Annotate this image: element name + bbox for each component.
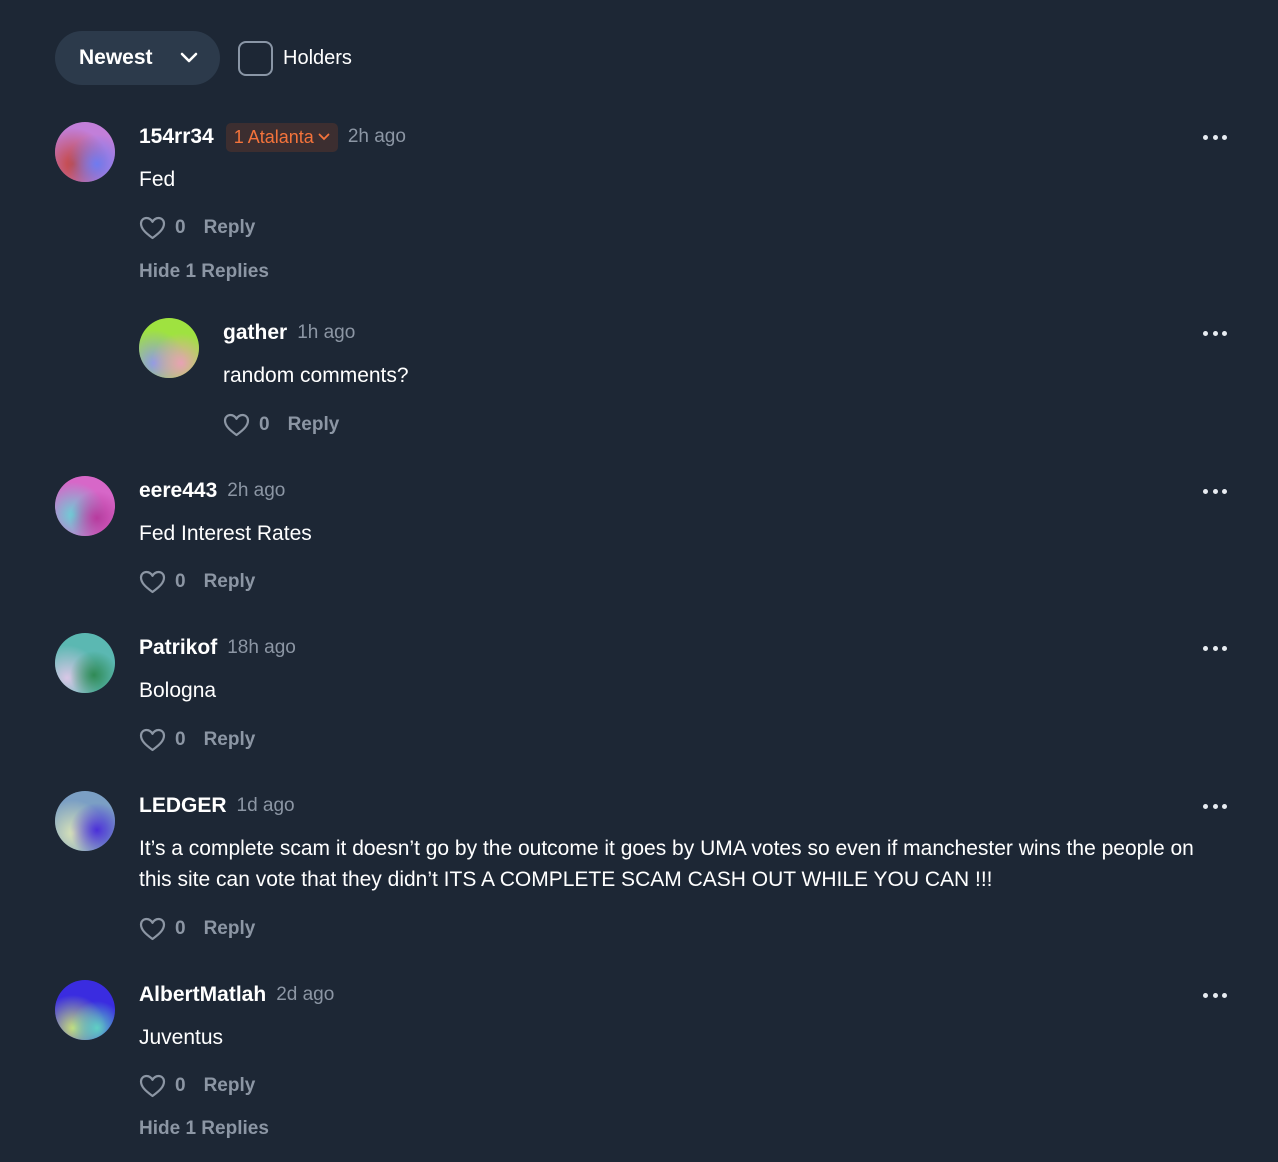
position-badge-label: 1 Atalanta: [233, 126, 314, 147]
comment-text: Fed Interest Rates: [139, 522, 312, 545]
comment-filters: Newest Holders: [55, 31, 352, 85]
sort-dropdown[interactable]: Newest: [55, 31, 220, 85]
more-options-icon[interactable]: [1203, 985, 1227, 1005]
comment-header: Patrikof 18h ago: [139, 633, 296, 663]
hide-replies-button[interactable]: Hide 1 Replies: [139, 261, 269, 283]
sort-dropdown-label: Newest: [79, 46, 153, 69]
like-button[interactable]: 0: [139, 216, 186, 240]
like-button[interactable]: 0: [139, 1074, 186, 1098]
hide-replies-button[interactable]: Hide 1 Replies: [139, 1118, 269, 1140]
reply-header: gather 1h ago: [223, 318, 355, 348]
position-badge[interactable]: 1 Atalanta: [225, 122, 338, 152]
like-button[interactable]: 0: [139, 570, 186, 594]
comment-actions: 0 Reply: [139, 567, 255, 597]
username[interactable]: gather: [223, 321, 287, 345]
timestamp: 2h ago: [347, 126, 406, 147]
comment-header: 154rr34 1 Atalanta 2h ago: [139, 122, 406, 152]
heart-icon: [139, 917, 166, 941]
more-options-icon[interactable]: [1203, 481, 1227, 501]
username[interactable]: eere443: [139, 479, 217, 503]
timestamp: 2h ago: [227, 480, 286, 501]
holders-label: Holders: [283, 46, 352, 69]
heart-icon: [139, 1074, 166, 1098]
holders-filter[interactable]: Holders: [238, 40, 352, 76]
avatar[interactable]: [55, 476, 115, 536]
comment-text: Bologna: [139, 679, 217, 702]
reply-button[interactable]: Reply: [204, 729, 256, 751]
comment-text: Juventus: [139, 1026, 224, 1049]
username[interactable]: Patrikof: [139, 636, 217, 660]
comment-actions: 0 Reply: [139, 1071, 255, 1101]
avatar[interactable]: [55, 980, 115, 1040]
like-count: 0: [175, 571, 186, 592]
reply-button[interactable]: Reply: [204, 217, 256, 239]
username[interactable]: LEDGER: [139, 794, 227, 818]
chevron-down-icon: [180, 52, 198, 63]
like-button[interactable]: 0: [139, 917, 186, 941]
more-options-icon[interactable]: [1203, 323, 1227, 343]
reply-button[interactable]: Reply: [204, 918, 256, 940]
comment-text: Fed: [139, 168, 176, 191]
holders-checkbox[interactable]: [238, 40, 273, 76]
comment-text: It’s a complete scam it doesn’t go by th…: [139, 837, 1194, 891]
heart-icon: [223, 413, 250, 437]
like-button[interactable]: 0: [139, 728, 186, 752]
reply-actions: 0 Reply: [223, 410, 339, 440]
avatar[interactable]: [139, 318, 199, 378]
avatar[interactable]: [55, 633, 115, 693]
comment-header: AlbertMatlah 2d ago: [139, 980, 334, 1010]
comment-actions: 0 Reply: [139, 725, 255, 755]
like-count: 0: [175, 918, 186, 939]
reply-button[interactable]: Reply: [204, 1075, 256, 1097]
comment-header: LEDGER 1d ago: [139, 791, 295, 821]
reply-button[interactable]: Reply: [288, 414, 340, 436]
username[interactable]: 154rr34: [139, 125, 214, 149]
like-count: 0: [175, 217, 186, 238]
avatar[interactable]: [55, 791, 115, 851]
reply-text: random comments?: [223, 364, 409, 387]
timestamp: 18h ago: [227, 637, 296, 658]
avatar[interactable]: [55, 122, 115, 182]
username[interactable]: AlbertMatlah: [139, 983, 266, 1007]
like-count: 0: [259, 414, 270, 435]
timestamp: 1h ago: [297, 322, 356, 343]
more-options-icon[interactable]: [1203, 638, 1227, 658]
more-options-icon[interactable]: [1203, 127, 1227, 147]
heart-icon: [139, 570, 166, 594]
timestamp: 2d ago: [276, 984, 335, 1005]
like-button[interactable]: 0: [223, 413, 270, 437]
heart-icon: [139, 728, 166, 752]
timestamp: 1d ago: [236, 795, 295, 816]
more-options-icon[interactable]: [1203, 796, 1227, 816]
like-count: 0: [175, 1075, 186, 1096]
comment-actions: 0 Reply: [139, 914, 255, 944]
chevron-down-icon: [318, 133, 330, 141]
comment-header: eere443 2h ago: [139, 476, 285, 506]
like-count: 0: [175, 729, 186, 750]
reply-button[interactable]: Reply: [204, 571, 256, 593]
heart-icon: [139, 216, 166, 240]
comment-actions: 0 Reply: [139, 213, 255, 243]
